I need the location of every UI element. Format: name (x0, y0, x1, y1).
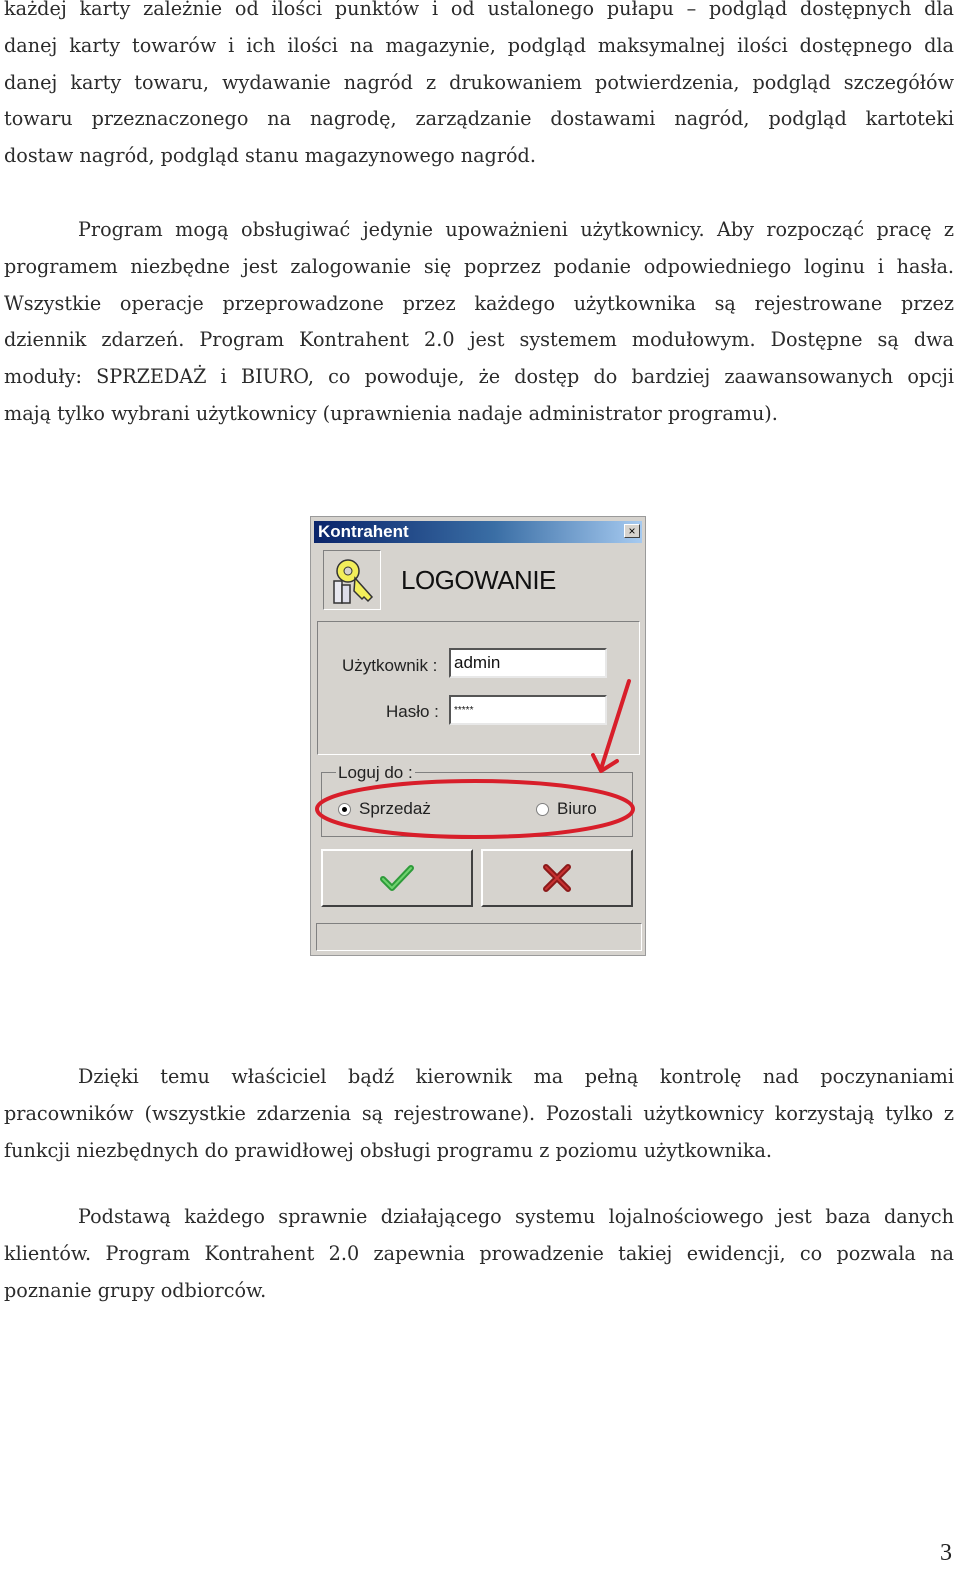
password-label: Hasło : (386, 702, 439, 721)
paragraph-login-info: Program mogą obsługiwać jedynie upoważni… (4, 212, 954, 433)
title-bar: Kontrahent × (314, 521, 642, 543)
radio-biuro[interactable]: Biuro (536, 799, 597, 819)
text-line: dziennik zdarzeń. Program Kontrahent 2.0… (4, 328, 954, 352)
ok-button[interactable] (321, 849, 473, 907)
radio-unchecked-icon (536, 802, 549, 816)
keys-icon (323, 550, 381, 610)
text-line: danej karty towarów i ich ilości na maga… (4, 33, 954, 57)
red-x-icon (543, 864, 571, 892)
dialog-heading: LOGOWANIE (401, 565, 556, 595)
status-bar (316, 923, 642, 951)
close-icon: × (628, 524, 636, 538)
text-line: mają tylko wybrani użytkownicy (uprawnie… (4, 401, 778, 425)
page-number: 3 (940, 1540, 952, 1566)
radio-checked-icon (338, 802, 351, 816)
login-target-group: Loguj do : Sprzedaż Biuro (321, 763, 633, 837)
close-button[interactable]: × (624, 524, 640, 538)
text-line: danej karty towaru, wydawanie nagród z d… (4, 70, 954, 94)
password-input[interactable]: ***** (449, 695, 607, 725)
paragraph-database: Podstawą każdego sprawnie działającego s… (4, 1199, 954, 1309)
text-line: dostaw nagród, podgląd stanu magazynoweg… (4, 144, 536, 168)
cancel-button[interactable] (481, 849, 633, 907)
text-line: Wszystkie operacje przeprowadzone przez … (4, 291, 954, 315)
paragraph-control: Dzięki temu właściciel bądź kierownik ma… (4, 1059, 954, 1169)
text-line: funkcji niezbędnych do prawidłowej obsłu… (4, 1138, 773, 1162)
text-line: Podstawą każdego sprawnie działającego s… (78, 1205, 954, 1228)
text-line: klientów. Program Kontrahent 2.0 zapewni… (4, 1241, 954, 1265)
username-label: Użytkownik : (342, 656, 438, 675)
radio-sprzedaz[interactable]: Sprzedaż (338, 799, 431, 819)
radio-label: Sprzedaż (359, 799, 431, 818)
username-input[interactable]: admin (449, 648, 607, 678)
window-title: Kontrahent (318, 522, 409, 541)
text-line: każdej karty zależnie od ilości punktów … (4, 0, 954, 20)
text-line: moduły: SPRZEDAŻ i BIURO, co powoduje, ż… (4, 365, 954, 389)
text-line: pracowników (wszystkie zdarzenia są reje… (4, 1101, 954, 1125)
group-label: Loguj do : (336, 763, 415, 783)
credentials-panel: Użytkownik : admin Hasło : ***** (317, 621, 640, 755)
text-line: poznanie grupy odbiorców. (4, 1278, 267, 1302)
radio-label: Biuro (557, 799, 597, 818)
paragraph-features: każdej karty zależnie od ilości punktów … (4, 0, 954, 175)
text-line: Program mogą obsługiwać jedynie upoważni… (78, 218, 954, 241)
text-line: towaru przeznaczonego na nagrodę, zarząd… (4, 107, 954, 131)
login-dialog-screenshot: Kontrahent × LOGOWANIE Użytkownik : admi… (310, 516, 646, 956)
text-line: programem niezbędne jest zalogowanie się… (4, 254, 954, 278)
text-line: Dzięki temu właściciel bądź kierownik ma… (78, 1065, 954, 1088)
green-checkmark-icon (380, 865, 414, 891)
